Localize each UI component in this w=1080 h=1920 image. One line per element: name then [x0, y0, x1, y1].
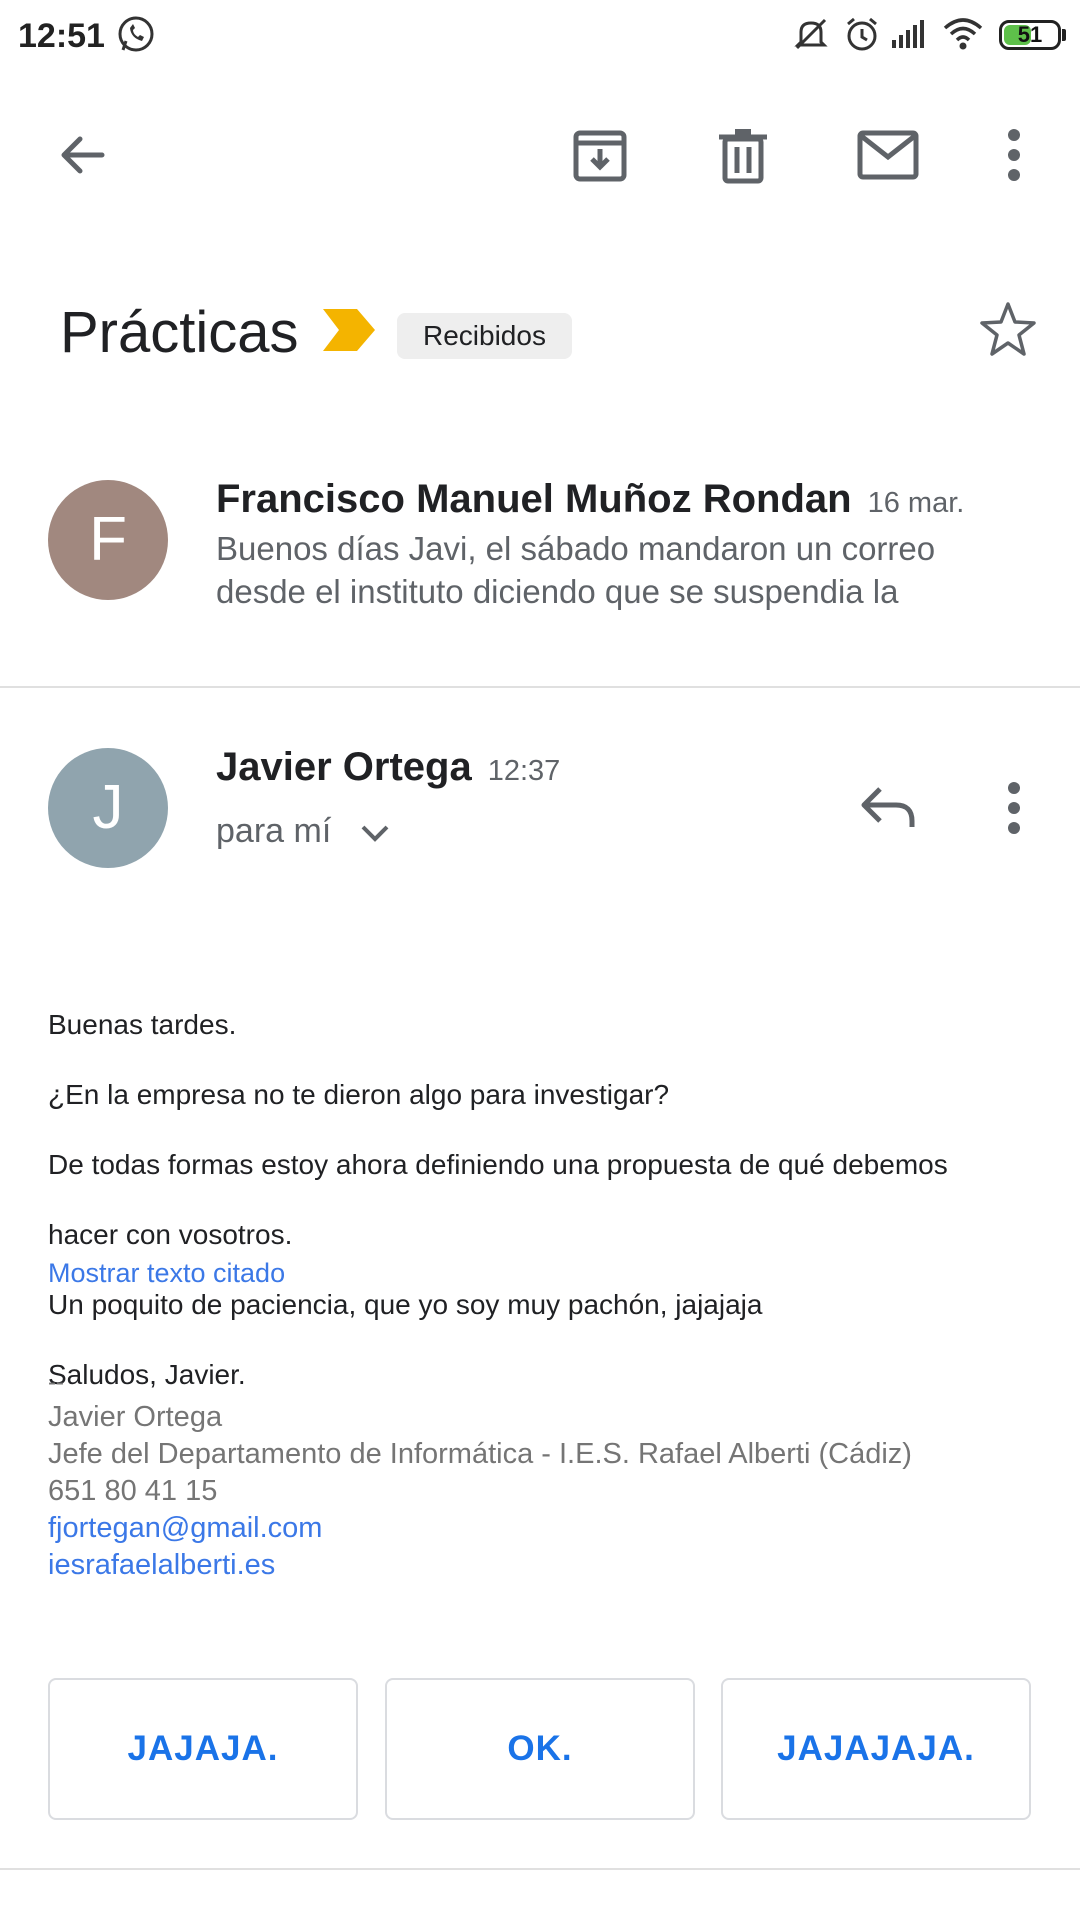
recipient-details[interactable]: para mí [216, 806, 391, 856]
body-line: hacer con vosotros. [48, 1219, 293, 1250]
snippet-line: Buenos días Javi, el sábado mandaron un … [216, 530, 936, 567]
body-line: ¿En la empresa no te dieron algo para in… [48, 1079, 670, 1110]
wifi-icon [942, 14, 984, 59]
mark-unread-button[interactable] [848, 115, 928, 195]
silent-icon [791, 14, 831, 59]
recipient-label: para mí [216, 812, 332, 850]
avatar: J [48, 748, 168, 868]
smart-reply-button[interactable]: OK. [385, 1678, 695, 1820]
signature-phone[interactable]: 651 80 41 15 [48, 1473, 912, 1510]
whatsapp-icon [116, 14, 156, 59]
show-quoted-text-link[interactable]: Mostrar texto citado [48, 1255, 285, 1291]
smart-reply-button[interactable]: JAJAJA. [48, 1678, 358, 1820]
reply-icon [861, 787, 915, 827]
back-arrow-icon [61, 136, 105, 174]
more-options-button[interactable] [974, 115, 1054, 195]
battery-icon: 51 [999, 20, 1061, 50]
status-time: 12:51 [18, 17, 105, 55]
more-vert-icon [1008, 782, 1020, 834]
message-date: 16 mar. [867, 487, 965, 519]
signature-role: Jefe del Departamento de Informática - I… [48, 1438, 912, 1470]
importance-marker-icon[interactable] [323, 309, 375, 356]
signature-name: Javier Ortega [48, 1401, 223, 1433]
message-time: 12:37 [487, 755, 561, 787]
battery-level: 51 [1017, 22, 1043, 47]
body-line: De todas formas estoy ahora definiendo u… [48, 1149, 948, 1180]
battery-tip [1062, 29, 1066, 41]
message-more-button[interactable] [994, 768, 1034, 848]
body-line: Buenas tardes. [48, 1009, 237, 1040]
message-divider [0, 686, 1080, 688]
message-snippet: Buenos días Javi, el sábado mandaron un … [216, 527, 1036, 613]
sender-name: Francisco Manuel Muñoz Rondan [216, 477, 852, 521]
star-icon [980, 302, 1036, 356]
label-chip[interactable]: Recibidos [397, 313, 572, 359]
delete-icon [719, 129, 767, 184]
signature: -- Javier Ortega Jefe del Departamento d… [48, 1367, 912, 1584]
signature-website-link[interactable]: iesrafaelalberti.es [48, 1547, 912, 1584]
back-button[interactable] [42, 115, 122, 195]
thread-subject: Prácticas [60, 300, 299, 365]
signature-email-link[interactable]: fjortegan@gmail.com [48, 1510, 912, 1547]
reply-button[interactable] [848, 768, 928, 848]
more-vert-icon [1008, 129, 1020, 181]
alarm-icon [842, 14, 882, 59]
signal-icon [888, 14, 928, 59]
chevron-down-icon [361, 825, 389, 842]
delete-button[interactable] [703, 115, 783, 195]
body-line: Un poquito de paciencia, que yo soy muy … [48, 1289, 763, 1320]
sender-name: Javier Ortega [216, 745, 472, 789]
signature-separator: -- [48, 1369, 64, 1396]
message-body: Buenas tardes. ¿En la empresa no te dier… [48, 972, 1048, 1427]
star-button[interactable] [976, 298, 1040, 367]
smart-reply-button[interactable]: JAJAJAJA. [721, 1678, 1031, 1820]
mark-unread-icon [857, 130, 919, 180]
bottom-divider [0, 1868, 1080, 1870]
archive-button[interactable] [560, 115, 640, 195]
archive-icon [573, 130, 627, 182]
snippet-line: desde el instituto diciendo que se suspe… [216, 573, 899, 610]
avatar: F [48, 480, 168, 600]
